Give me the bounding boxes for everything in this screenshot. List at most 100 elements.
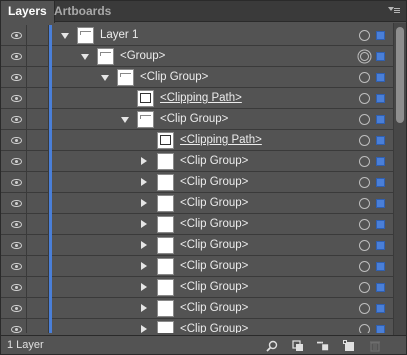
layer-name[interactable]: <Clip Group> — [160, 109, 228, 130]
visibility-toggle[interactable] — [5, 88, 27, 109]
disclosure-closed-icon[interactable] — [141, 199, 147, 207]
visibility-toggle[interactable] — [5, 151, 27, 172]
disclosure-open-icon[interactable] — [121, 117, 129, 123]
target-icon[interactable] — [359, 30, 370, 41]
visibility-toggle[interactable] — [5, 193, 27, 214]
layer-row[interactable]: <Clip Group> — [1, 298, 393, 319]
lock-toggle[interactable] — [28, 46, 49, 67]
new-sublayer-icon[interactable] — [317, 340, 329, 352]
visibility-toggle[interactable] — [5, 235, 27, 256]
layer-name[interactable]: <Clip Group> — [180, 319, 248, 333]
visibility-toggle[interactable] — [5, 25, 27, 46]
disclosure-closed-icon[interactable] — [141, 220, 147, 228]
layer-name[interactable]: <Clip Group> — [180, 235, 248, 256]
scrollbar-thumb[interactable] — [396, 27, 404, 123]
tab-artboards[interactable]: Artboards — [47, 1, 118, 22]
layer-name[interactable]: <Clip Group> — [180, 256, 248, 277]
disclosure-closed-icon[interactable] — [141, 304, 147, 312]
disclosure-closed-icon[interactable] — [141, 157, 147, 165]
target-icon[interactable] — [359, 240, 370, 251]
selection-indicator[interactable] — [376, 178, 385, 187]
visibility-toggle[interactable] — [5, 298, 27, 319]
target-icon[interactable] — [359, 156, 370, 167]
layer-name[interactable]: <Clipping Path> — [160, 88, 242, 109]
disclosure-closed-icon[interactable] — [141, 283, 147, 291]
visibility-toggle[interactable] — [5, 46, 27, 67]
disclosure-open-icon[interactable] — [101, 75, 109, 81]
layer-name[interactable]: <Clipping Path> — [180, 130, 262, 151]
layer-row[interactable]: <Clip Group> — [1, 67, 393, 88]
selection-indicator[interactable] — [376, 115, 385, 124]
selection-indicator[interactable] — [376, 52, 385, 61]
layer-name[interactable]: <Clip Group> — [180, 193, 248, 214]
disclosure-closed-icon[interactable] — [141, 178, 147, 186]
visibility-toggle[interactable] — [5, 277, 27, 298]
layer-row[interactable]: <Clip Group> — [1, 256, 393, 277]
visibility-toggle[interactable] — [5, 130, 27, 151]
target-icon[interactable] — [360, 52, 369, 61]
target-icon[interactable] — [359, 177, 370, 188]
layer-row[interactable]: <Clip Group> — [1, 109, 393, 130]
lock-toggle[interactable] — [28, 67, 49, 88]
locate-object-icon[interactable] — [266, 340, 278, 352]
disclosure-closed-icon[interactable] — [141, 325, 147, 333]
layer-name[interactable]: <Clip Group> — [180, 214, 248, 235]
delete-icon[interactable] — [369, 340, 381, 352]
layer-row[interactable]: <Clipping Path> — [1, 88, 393, 109]
disclosure-closed-icon[interactable] — [141, 241, 147, 249]
lock-toggle[interactable] — [28, 214, 49, 235]
lock-toggle[interactable] — [28, 130, 49, 151]
target-icon[interactable] — [359, 261, 370, 272]
layer-name[interactable]: <Clip Group> — [180, 298, 248, 319]
lock-toggle[interactable] — [28, 193, 49, 214]
panel-menu-icon[interactable] — [388, 6, 400, 16]
vertical-scrollbar[interactable] — [393, 23, 406, 335]
new-layer-icon[interactable] — [343, 340, 355, 352]
target-icon[interactable] — [359, 198, 370, 209]
target-icon[interactable] — [359, 324, 370, 333]
visibility-toggle[interactable] — [5, 172, 27, 193]
disclosure-open-icon[interactable] — [81, 54, 89, 60]
visibility-toggle[interactable] — [5, 109, 27, 130]
selection-indicator[interactable] — [376, 283, 385, 292]
visibility-toggle[interactable] — [5, 214, 27, 235]
layer-row[interactable]: <Clip Group> — [1, 235, 393, 256]
selection-indicator[interactable] — [376, 73, 385, 82]
lock-toggle[interactable] — [28, 298, 49, 319]
selection-indicator[interactable] — [376, 136, 385, 145]
target-icon[interactable] — [359, 219, 370, 230]
selection-indicator[interactable] — [376, 31, 385, 40]
layer-name[interactable]: <Clip Group> — [180, 172, 248, 193]
selection-indicator[interactable] — [376, 220, 385, 229]
lock-toggle[interactable] — [28, 172, 49, 193]
selection-indicator[interactable] — [376, 304, 385, 313]
layer-name[interactable]: <Clip Group> — [140, 67, 208, 88]
layer-row[interactable]: <Group> — [1, 46, 393, 67]
layer-row[interactable]: <Clip Group> — [1, 319, 393, 333]
lock-toggle[interactable] — [28, 151, 49, 172]
layer-row[interactable]: <Clip Group> — [1, 172, 393, 193]
lock-toggle[interactable] — [28, 109, 49, 130]
layer-row[interactable]: <Clip Group> — [1, 214, 393, 235]
lock-toggle[interactable] — [28, 25, 49, 46]
visibility-toggle[interactable] — [5, 67, 27, 88]
lock-toggle[interactable] — [28, 256, 49, 277]
layer-name[interactable]: Layer 1 — [100, 25, 138, 46]
layer-name[interactable]: <Clip Group> — [180, 151, 248, 172]
target-icon[interactable] — [359, 114, 370, 125]
selection-indicator[interactable] — [376, 199, 385, 208]
lock-toggle[interactable] — [28, 319, 49, 333]
target-icon[interactable] — [359, 282, 370, 293]
lock-toggle[interactable] — [28, 88, 49, 109]
make-clipping-mask-icon[interactable] — [292, 340, 304, 352]
selection-indicator[interactable] — [376, 325, 385, 333]
disclosure-open-icon[interactable] — [61, 33, 69, 39]
target-icon[interactable] — [359, 135, 370, 146]
layer-row[interactable]: <Clipping Path> — [1, 130, 393, 151]
target-icon[interactable] — [359, 303, 370, 314]
selection-indicator[interactable] — [376, 94, 385, 103]
selection-indicator[interactable] — [376, 241, 385, 250]
lock-toggle[interactable] — [28, 277, 49, 298]
layer-row[interactable]: Layer 1 — [1, 25, 393, 46]
layer-name[interactable]: <Group> — [120, 46, 165, 67]
